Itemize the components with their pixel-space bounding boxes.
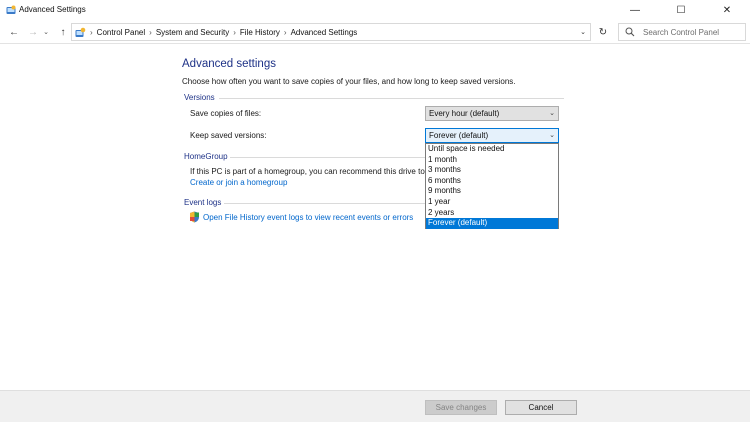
forward-arrow-icon: → xyxy=(28,26,38,38)
versions-divider xyxy=(219,98,564,99)
search-box[interactable] xyxy=(618,23,746,41)
save-copies-value: Every hour (default) xyxy=(429,109,500,118)
address-history-button[interactable]: ⌄ xyxy=(577,26,589,38)
event-logs-link[interactable]: Open File History event logs to view rec… xyxy=(203,213,413,222)
control-panel-app-icon xyxy=(6,5,16,14)
keep-versions-select[interactable]: Forever (default) ⌄ xyxy=(425,128,559,143)
up-arrow-icon: ↑ xyxy=(60,26,66,38)
breadcrumb-separator[interactable]: › xyxy=(284,28,287,37)
page-description: Choose how often you want to save copies… xyxy=(182,77,516,86)
close-button[interactable]: ✕ xyxy=(704,0,750,20)
versions-group-label: Versions xyxy=(184,93,215,102)
back-arrow-icon: ← xyxy=(9,26,19,38)
breadcrumb-separator[interactable]: › xyxy=(90,28,93,37)
navigation-bar: ← → ⌄ ↑ › Control Panel › System and Sec… xyxy=(0,20,750,44)
close-icon: ✕ xyxy=(722,4,732,16)
minimize-button[interactable]: — xyxy=(612,0,658,20)
homegroup-text: If this PC is part of a homegroup, you c… xyxy=(190,167,425,176)
unused-spacer-icon xyxy=(0,166,11,178)
chevron-down-icon: ⌄ xyxy=(549,110,555,117)
chevron-down-icon: ⌄ xyxy=(549,132,555,139)
cancel-button[interactable]: Cancel xyxy=(505,400,577,415)
search-input[interactable] xyxy=(643,25,743,39)
up-button[interactable]: ↑ xyxy=(55,24,71,40)
save-copies-select[interactable]: Every hour (default) ⌄ xyxy=(425,106,559,121)
option-forever-default[interactable]: Forever (default) xyxy=(426,218,558,229)
keep-versions-value: Forever (default) xyxy=(429,131,489,140)
recent-locations-button[interactable]: ⌄ xyxy=(41,24,51,40)
dialog-footer: Save changes Cancel xyxy=(0,390,750,422)
main-content: Advanced settings Choose how often you w… xyxy=(0,45,750,390)
control-panel-icon xyxy=(75,27,86,37)
refresh-button[interactable]: ↻ xyxy=(593,24,613,40)
maximize-button[interactable]: ☐ xyxy=(658,0,704,20)
event-logs-group-label: Event logs xyxy=(184,198,222,207)
breadcrumb: › Control Panel › System and Security › … xyxy=(88,24,357,40)
breadcrumb-control-panel[interactable]: Control Panel xyxy=(97,28,145,37)
homegroup-group-label: HomeGroup xyxy=(184,152,228,161)
create-homegroup-link[interactable]: Create or join a homegroup xyxy=(190,178,287,187)
breadcrumb-system-and-security[interactable]: System and Security xyxy=(156,28,229,37)
event-logs-divider xyxy=(224,203,425,204)
option-1-month[interactable]: 1 month xyxy=(426,155,558,166)
search-icon xyxy=(625,27,635,37)
homegroup-divider xyxy=(230,157,425,158)
option-until-space-needed[interactable]: Until space is needed xyxy=(426,144,558,155)
back-button[interactable]: ← xyxy=(6,24,22,40)
keep-versions-label: Keep saved versions: xyxy=(190,131,267,140)
forward-button[interactable]: → xyxy=(25,24,41,40)
option-3-months[interactable]: 3 months xyxy=(426,165,558,176)
maximize-icon: ☐ xyxy=(676,4,686,16)
refresh-icon: ↻ xyxy=(598,26,608,38)
breadcrumb-file-history[interactable]: File History xyxy=(240,28,280,37)
chevron-down-icon: ⌄ xyxy=(43,29,49,36)
option-9-months[interactable]: 9 months xyxy=(426,186,558,197)
breadcrumb-advanced-settings[interactable]: Advanced Settings xyxy=(291,28,358,37)
shield-icon xyxy=(190,211,199,223)
page-title: Advanced settings xyxy=(182,58,276,70)
option-6-months[interactable]: 6 months xyxy=(426,176,558,187)
title-bar: Advanced Settings — ☐ ✕ xyxy=(0,0,750,20)
keep-versions-dropdown[interactable]: Until space is needed 1 month 3 months 6… xyxy=(425,143,559,229)
option-1-year[interactable]: 1 year xyxy=(426,197,558,208)
breadcrumb-separator[interactable]: › xyxy=(233,28,236,37)
breadcrumb-separator[interactable]: › xyxy=(149,28,152,37)
chevron-down-icon: ⌄ xyxy=(580,29,586,36)
save-changes-button[interactable]: Save changes xyxy=(425,400,497,415)
save-copies-label: Save copies of files: xyxy=(190,109,262,118)
option-2-years[interactable]: 2 years xyxy=(426,208,558,219)
minimize-icon: — xyxy=(630,4,640,16)
address-bar[interactable]: › Control Panel › System and Security › … xyxy=(71,23,591,41)
window-title: Advanced Settings xyxy=(19,5,86,14)
